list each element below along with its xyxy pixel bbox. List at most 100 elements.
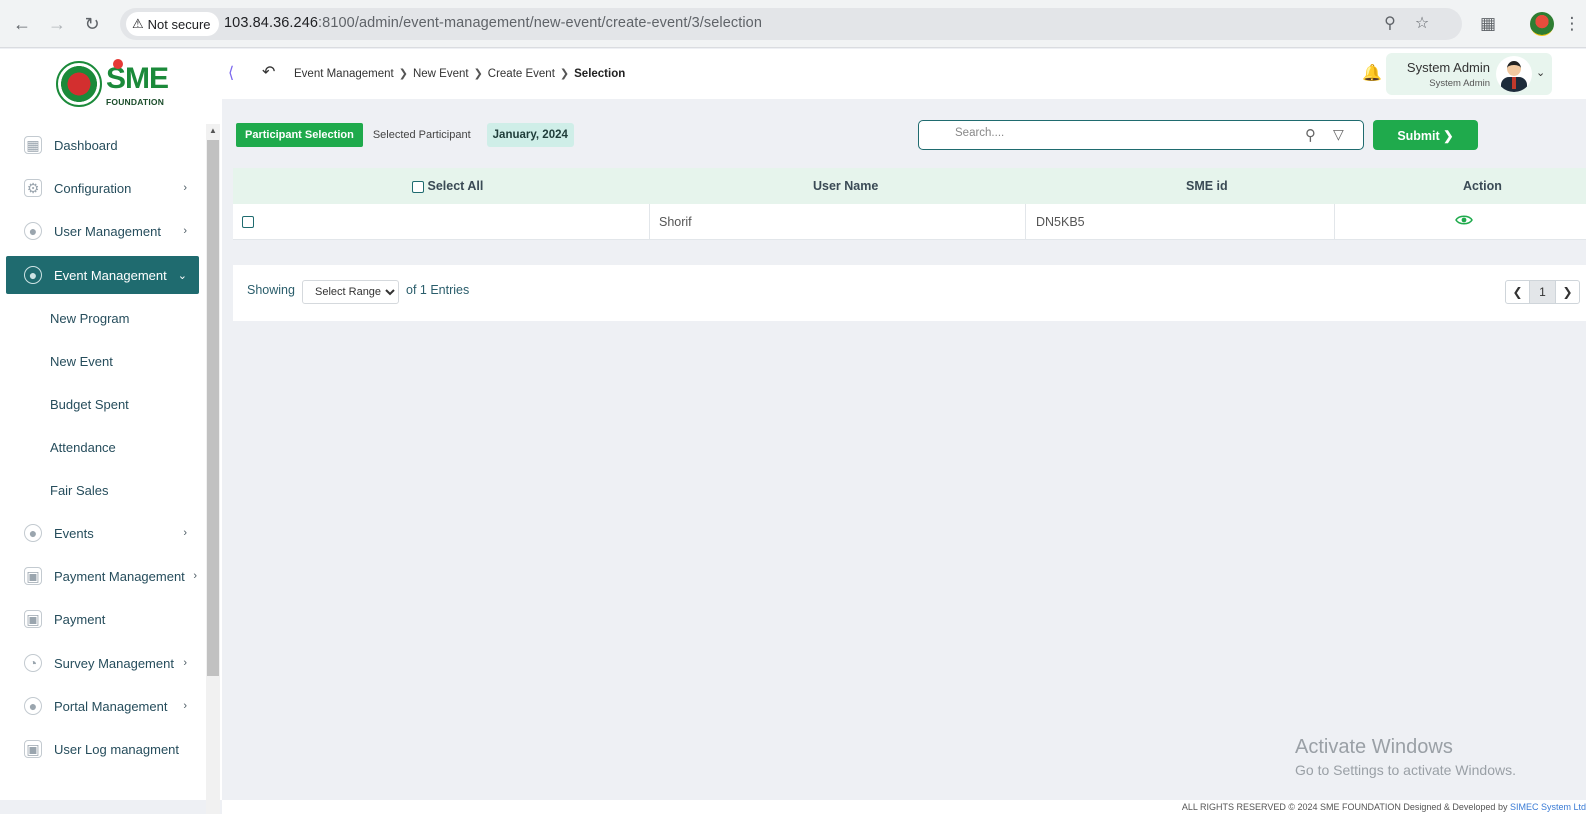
page-number[interactable]: 1 (1530, 280, 1555, 304)
undo-back-icon[interactable]: ↶ (262, 62, 275, 82)
page-header: ⟨ ↶ Event Management ❯ New Event ❯ Creat… (222, 49, 1586, 99)
logo-dot-icon (113, 59, 123, 69)
chevron-right-icon: › (183, 527, 187, 539)
chevron-down-icon: ⌄ (1536, 67, 1546, 79)
range-select[interactable]: Select Range (302, 280, 399, 304)
next-page-button[interactable]: ❯ (1555, 280, 1580, 304)
security-chip[interactable]: ⚠ Not secure (126, 12, 219, 36)
back-arrow-icon[interactable]: ← (10, 12, 34, 36)
sidebar-item-event-management[interactable]: ● Event Management ⌄ (6, 256, 199, 294)
sidebar-menu: ▦ Dashboard ⚙ Configuration › ● User Man… (6, 126, 199, 814)
forward-arrow-icon[interactable]: → (45, 12, 69, 36)
browser-menu-icon[interactable]: ⋮ (1560, 12, 1584, 36)
chevron-right-icon: ❯ (1443, 128, 1454, 143)
url-host: 103.84.36.246 (224, 15, 319, 31)
watermark-subtitle: Go to Settings to activate Windows. (1295, 762, 1516, 778)
tab-selected-participant[interactable]: Selected Participant (373, 129, 471, 141)
watermark-title: Activate Windows (1295, 736, 1453, 758)
select-all[interactable]: Select All (412, 179, 483, 193)
pie-chart-icon: ◔ (24, 654, 42, 672)
scrollbar-thumb[interactable] (207, 140, 219, 676)
chevron-right-icon: › (183, 225, 187, 237)
pagination: ❮ 1 ❯ (1505, 280, 1580, 304)
money-icon: ▣ (24, 610, 42, 628)
filter-icon[interactable]: ▽ (1333, 126, 1344, 143)
sidebar-item-payment[interactable]: ▣ Payment (6, 600, 199, 638)
zoom-icon[interactable]: ⚲ (1380, 14, 1400, 34)
sidebar-subitem-new-event[interactable]: New Event (50, 354, 113, 369)
sidebar-item-label: Events (54, 525, 94, 541)
sidebar-item-configuration[interactable]: ⚙ Configuration › (6, 169, 199, 207)
submit-button[interactable]: Submit ❯ (1373, 120, 1478, 150)
breadcrumb-item[interactable]: Create Event (488, 68, 555, 80)
submit-label: Submit (1397, 128, 1440, 143)
participant-table: Select All User Name SME id Action Shori… (233, 168, 1586, 240)
cell-sme-id: DN5KB5 (1036, 215, 1085, 229)
breadcrumb-item[interactable]: New Event (413, 68, 469, 80)
lock-icon: ● (24, 524, 42, 542)
address-bar[interactable]: ⚠ Not secure 103.84.36.246:8100/admin/ev… (120, 8, 1462, 40)
row-checkbox[interactable] (242, 216, 254, 228)
sidebar-item-label: Payment (54, 611, 106, 627)
footer-developer-link[interactable]: SIMEC System Ltd (1510, 802, 1586, 812)
user-name: System Admin (1406, 60, 1490, 75)
logo-brand: SME (106, 59, 169, 95)
entries-count: of 1 Entries (406, 283, 470, 297)
emblem-icon (56, 61, 102, 107)
scroll-up-icon[interactable]: ▲ (208, 126, 218, 135)
breadcrumb: Event Management ❯ New Event ❯ Create Ev… (294, 67, 626, 81)
select-all-checkbox[interactable] (412, 180, 424, 193)
url-path: :8100/admin/event-management/new-event/c… (318, 15, 763, 31)
chevron-down-icon: ⌄ (177, 270, 187, 282)
showing-label: Showing (247, 283, 295, 297)
chevron-right-icon: ❯ (398, 68, 408, 80)
user-menu[interactable]: System Admin System Admin ⌄ (1386, 53, 1552, 95)
date-badge: January, 2024 (486, 123, 574, 147)
column-header-action: Action (1463, 179, 1502, 193)
sidebar-subitem-fair-sales[interactable]: Fair Sales (50, 483, 109, 498)
lock-icon: ● (24, 697, 42, 715)
tab-participant-selection[interactable]: Participant Selection (236, 123, 363, 147)
prev-page-button[interactable]: ❮ (1505, 280, 1530, 304)
sidebar-item-payment-management[interactable]: ▣ Payment Management › (6, 557, 199, 595)
shield-user-icon: ● (24, 222, 42, 240)
sidebar-item-user-log-managment[interactable]: ▣ User Log managment (6, 730, 199, 768)
sidebar-item-label: User Management (54, 223, 161, 239)
sidebar-item-user-management[interactable]: ● User Management › (6, 212, 199, 250)
sidebar-item-label: Event Management (54, 267, 167, 283)
sidebar-item-events[interactable]: ● Events › (6, 514, 199, 552)
url-text[interactable]: 103.84.36.246:8100/admin/event-managemen… (224, 15, 762, 31)
sidebar-subitem-attendance[interactable]: Attendance (50, 440, 116, 455)
reload-icon[interactable]: ↻ (80, 12, 104, 36)
sidebar-item-survey-management[interactable]: ◔ Survey Management › (6, 644, 199, 682)
sidebar-subitem-new-program[interactable]: New Program (50, 311, 129, 326)
sidebar: SME FOUNDATION ▦ Dashboard ⚙ Configurati… (0, 49, 222, 814)
user-role: System Admin (1429, 78, 1490, 89)
chevron-right-icon: › (183, 700, 187, 712)
warning-icon: ⚠ (132, 16, 144, 31)
extensions-puzzle-icon[interactable]: ▦ (1476, 12, 1500, 36)
chevron-right-icon: › (183, 657, 187, 669)
sidebar-item-portal-management[interactable]: ● Portal Management › (6, 687, 199, 725)
bell-icon[interactable]: 🔔 (1362, 63, 1382, 83)
collapse-sidebar-icon[interactable]: ⟨ (228, 63, 234, 83)
table-row: Shorif DN5KB5 (233, 204, 1586, 240)
chevron-right-icon: › (183, 182, 187, 194)
settings-icon: ⚙ (24, 179, 42, 197)
breadcrumb-item[interactable]: Event Management (294, 68, 394, 80)
sidebar-item-dashboard[interactable]: ▦ Dashboard (6, 126, 199, 164)
bookmark-star-icon[interactable]: ☆ (1412, 14, 1432, 34)
sidebar-subitem-budget-spent[interactable]: Budget Spent (50, 397, 129, 412)
view-eye-icon[interactable] (1455, 214, 1473, 226)
cell-user-name: Shorif (659, 215, 692, 229)
sme-foundation-logo[interactable]: SME FOUNDATION (56, 59, 169, 109)
activate-windows-watermark: Activate Windows Go to Settings to activ… (1295, 736, 1516, 778)
column-header-user-name: User Name (813, 179, 879, 193)
breadcrumb-current: Selection (574, 67, 626, 80)
chevron-right-icon: ❯ (473, 68, 483, 80)
search-icon[interactable]: ⚲ (1305, 126, 1316, 144)
search-input[interactable] (955, 127, 1285, 139)
profile-avatar-icon[interactable] (1530, 12, 1554, 36)
browser-toolbar: ← → ↻ ⚠ Not secure 103.84.36.246:8100/ad… (0, 0, 1586, 48)
sidebar-scrollbar[interactable]: ▲ ▼ (206, 124, 220, 814)
